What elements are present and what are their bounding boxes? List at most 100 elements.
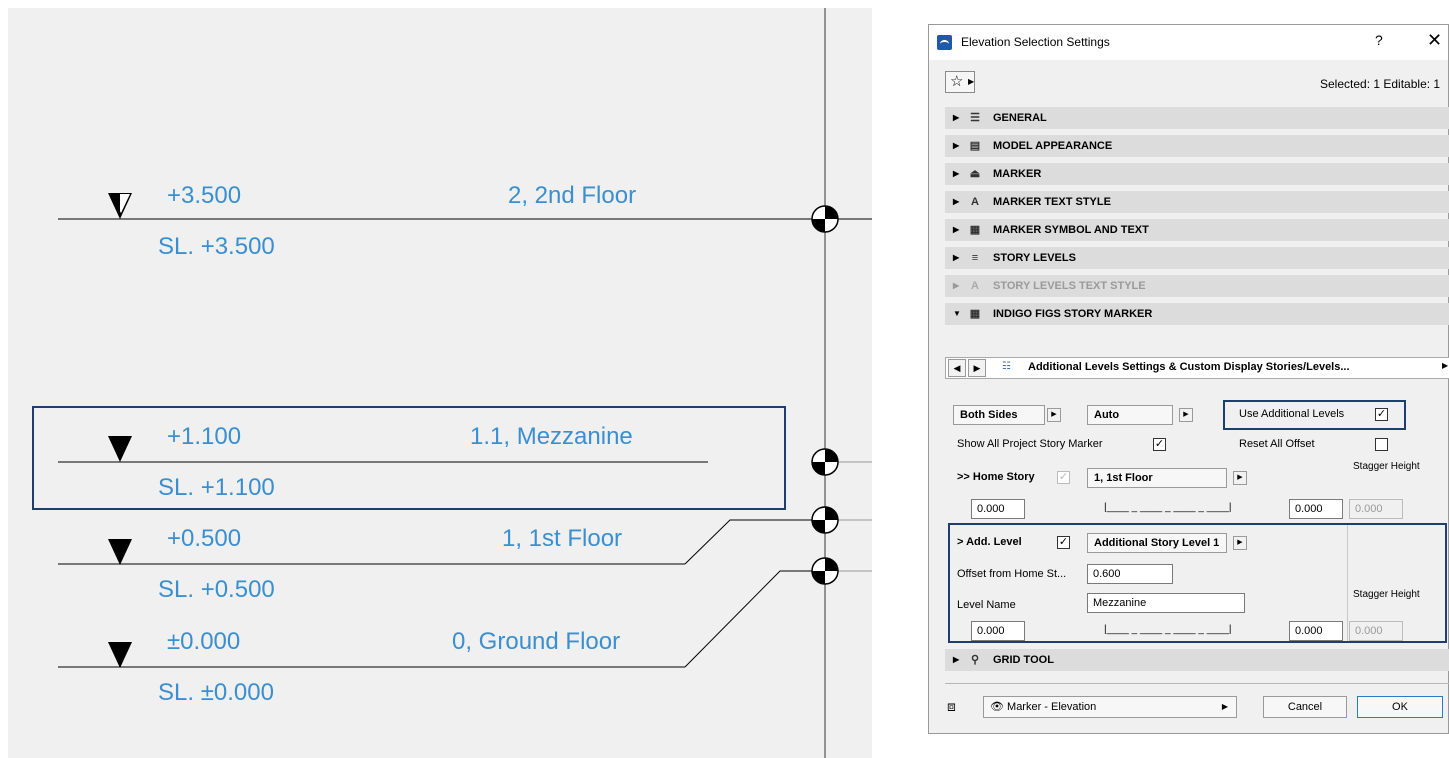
dialog-titlebar[interactable]: Elevation Selection Settings ? ✕: [929, 25, 1448, 60]
expand-arrow-icon: ▶: [953, 225, 960, 234]
home-right-offset-input[interactable]: 0.000: [1289, 499, 1343, 519]
side-select-arrow-icon[interactable]: ▶: [1047, 408, 1061, 422]
additional-level-divider: [1347, 525, 1348, 641]
panel-story-levels[interactable]: ▶ ≡ STORY LEVELS: [945, 247, 1449, 269]
panel-grid-tool[interactable]: ▶ ⚲ GRID TOOL: [945, 649, 1449, 671]
add-offset-scale: |____ _ ____ _ ____ _ ____|: [1104, 624, 1232, 635]
panel-label: INDIGO FIGS STORY MARKER: [993, 308, 1153, 320]
panel-model-appearance[interactable]: ▶ ▤ MODEL APPEARANCE: [945, 135, 1449, 157]
level-sl-label: SL. ±0.000: [158, 679, 274, 706]
text-style-icon: A: [971, 196, 979, 208]
stagger-height-label-2: Stagger Height: [1353, 589, 1420, 600]
expand-arrow-icon: ▶: [953, 281, 960, 290]
level-story-label: 1, 1st Floor: [502, 525, 622, 552]
level-story-label: 2, 2nd Floor: [508, 182, 636, 209]
level-story-label: 1.1, Mezzanine: [470, 423, 633, 450]
footer-divider: [945, 683, 1449, 684]
expand-arrow-icon: ▶: [953, 113, 960, 122]
panel-story-levels-text-style: ▶ A STORY LEVELS TEXT STYLE: [945, 275, 1449, 297]
symbol-text-icon: ▦: [969, 224, 981, 236]
prev-page-button[interactable]: ◀: [948, 359, 966, 377]
panel-marker[interactable]: ▶ ⏏ MARKER: [945, 163, 1449, 185]
layer-icon: ⧈: [947, 698, 956, 714]
level-elevation-label: +1.100: [167, 423, 241, 450]
ok-button[interactable]: OK: [1357, 696, 1443, 718]
panel-label: MARKER TEXT STYLE: [993, 196, 1111, 208]
panel-marker-symbol-and-text[interactable]: ▶ ▦ MARKER SYMBOL AND TEXT: [945, 219, 1449, 241]
general-icon: ☰: [970, 112, 980, 124]
close-button[interactable]: ✕: [1427, 30, 1442, 51]
next-page-button[interactable]: ▶: [968, 359, 986, 377]
add-level-checkbox[interactable]: ✓: [1057, 536, 1070, 549]
panel-label: MARKER SYMBOL AND TEXT: [993, 224, 1149, 236]
panel-general[interactable]: ▶ ☰ GENERAL: [945, 107, 1449, 129]
use-additional-levels-label: Use Additional Levels: [1239, 408, 1345, 420]
story-levels-icon: ≡: [971, 252, 979, 264]
layer-select[interactable]: 👁 Marker - Elevation ▶: [983, 696, 1237, 718]
level-elevation-label: ±0.000: [167, 628, 240, 655]
use-additional-levels-checkbox[interactable]: ✓: [1375, 408, 1388, 421]
add-right-offset-input[interactable]: 0.000: [1289, 621, 1343, 641]
level-marker-mezzanine[interactable]: +1.100 1.1, Mezzanine SL. +1.100: [58, 423, 872, 501]
reset-all-offset-checkbox[interactable]: [1375, 438, 1388, 451]
auto-select-button[interactable]: Auto: [1087, 405, 1173, 425]
home-story-checkbox: ✓: [1057, 471, 1070, 484]
home-story-arrow-icon[interactable]: ▶: [1233, 471, 1247, 485]
level-story-label: 0, Ground Floor: [452, 628, 620, 655]
mezzanine-highlight-box: [32, 406, 786, 510]
auto-select-arrow-icon[interactable]: ▶: [1179, 408, 1193, 422]
grid-bubble-icon: [811, 205, 839, 233]
cancel-button[interactable]: Cancel: [1263, 696, 1347, 718]
stagger-height-label: Stagger Height: [1353, 461, 1420, 472]
elevation-selection-settings-dialog: Elevation Selection Settings ? ✕ ☆ ▶ Sel…: [928, 24, 1449, 734]
grid-bubble-icon: [811, 506, 839, 534]
symbol-text-icon: ▦: [969, 308, 981, 320]
show-all-marker-checkbox[interactable]: ✓: [1153, 438, 1166, 451]
level-elevation-label: +0.500: [167, 525, 241, 552]
level-marker-1st-floor[interactable]: +0.500 1, 1st Floor SL. +0.500: [58, 506, 872, 603]
reset-all-offset-label: Reset All Offset: [1239, 438, 1315, 450]
archicad-app-icon: [937, 35, 952, 50]
add-level-arrow-icon[interactable]: ▶: [1233, 536, 1247, 550]
drawing-canvas[interactable]: +3.500 2, 2nd Floor SL. +3.500 +1.100 1.…: [8, 8, 872, 758]
level-sl-label: SL. +0.500: [158, 576, 275, 603]
level-elevation-label: +3.500: [167, 182, 241, 209]
expand-arrow-icon: ▶: [953, 141, 960, 150]
caret-right-icon: ▶: [968, 77, 975, 86]
text-style-icon: A: [971, 280, 979, 292]
panel-label: GENERAL: [993, 112, 1047, 124]
expand-arrow-icon: ▶: [953, 169, 960, 178]
dropdown-arrow-icon: ▶: [1442, 361, 1449, 370]
grid-tool-icon: ⚲: [970, 654, 980, 666]
panel-indigo-figs-story-marker[interactable]: ▼ ▦ INDIGO FIGS STORY MARKER: [945, 303, 1449, 325]
subpage-selector[interactable]: ◀ ▶ ☷ Additional Levels Settings & Custo…: [945, 357, 1449, 379]
dialog-title: Elevation Selection Settings: [961, 35, 1110, 49]
panel-label: MARKER: [993, 168, 1042, 180]
home-story-select[interactable]: 1, 1st Floor: [1087, 468, 1227, 488]
side-select-button[interactable]: Both Sides: [953, 405, 1045, 425]
help-button[interactable]: ?: [1375, 32, 1383, 48]
add-level-select[interactable]: Additional Story Level 1: [1087, 533, 1227, 553]
offset-from-home-input[interactable]: 0.600: [1087, 564, 1173, 584]
model-appearance-icon: ▤: [969, 140, 981, 152]
favorites-button[interactable]: ☆ ▶: [945, 71, 975, 93]
show-all-marker-label: Show All Project Story Marker: [957, 438, 1103, 450]
elevation-drawing[interactable]: +3.500 2, 2nd Floor SL. +3.500 +1.100 1.…: [8, 8, 872, 758]
level-sl-label: SL. +1.100: [158, 474, 275, 501]
home-offset-scale: |____ _ ____ _ ____ _ ____|: [1104, 502, 1232, 513]
add-left-offset-input[interactable]: 0.000: [971, 621, 1025, 641]
add-level-label: > Add. Level: [957, 536, 1022, 548]
home-story-label: >> Home Story: [957, 471, 1035, 483]
offset-from-home-label: Offset from Home St...: [957, 568, 1067, 580]
level-name-input[interactable]: Mezzanine: [1087, 593, 1245, 613]
level-marker-2nd-floor[interactable]: +3.500 2, 2nd Floor SL. +3.500: [58, 182, 872, 260]
home-left-offset-input[interactable]: 0.000: [971, 499, 1025, 519]
grid-bubble-icon: [811, 557, 839, 585]
eye-icon: 👁: [990, 701, 1004, 713]
level-name-label: Level Name: [957, 599, 1016, 611]
panel-marker-text-style[interactable]: ▶ A MARKER TEXT STYLE: [945, 191, 1449, 213]
star-icon: ☆: [950, 73, 964, 90]
levels-settings-icon: ☷: [1002, 361, 1011, 372]
home-stagger-input: 0.000: [1349, 499, 1403, 519]
add-stagger-input: 0.000: [1349, 621, 1403, 641]
